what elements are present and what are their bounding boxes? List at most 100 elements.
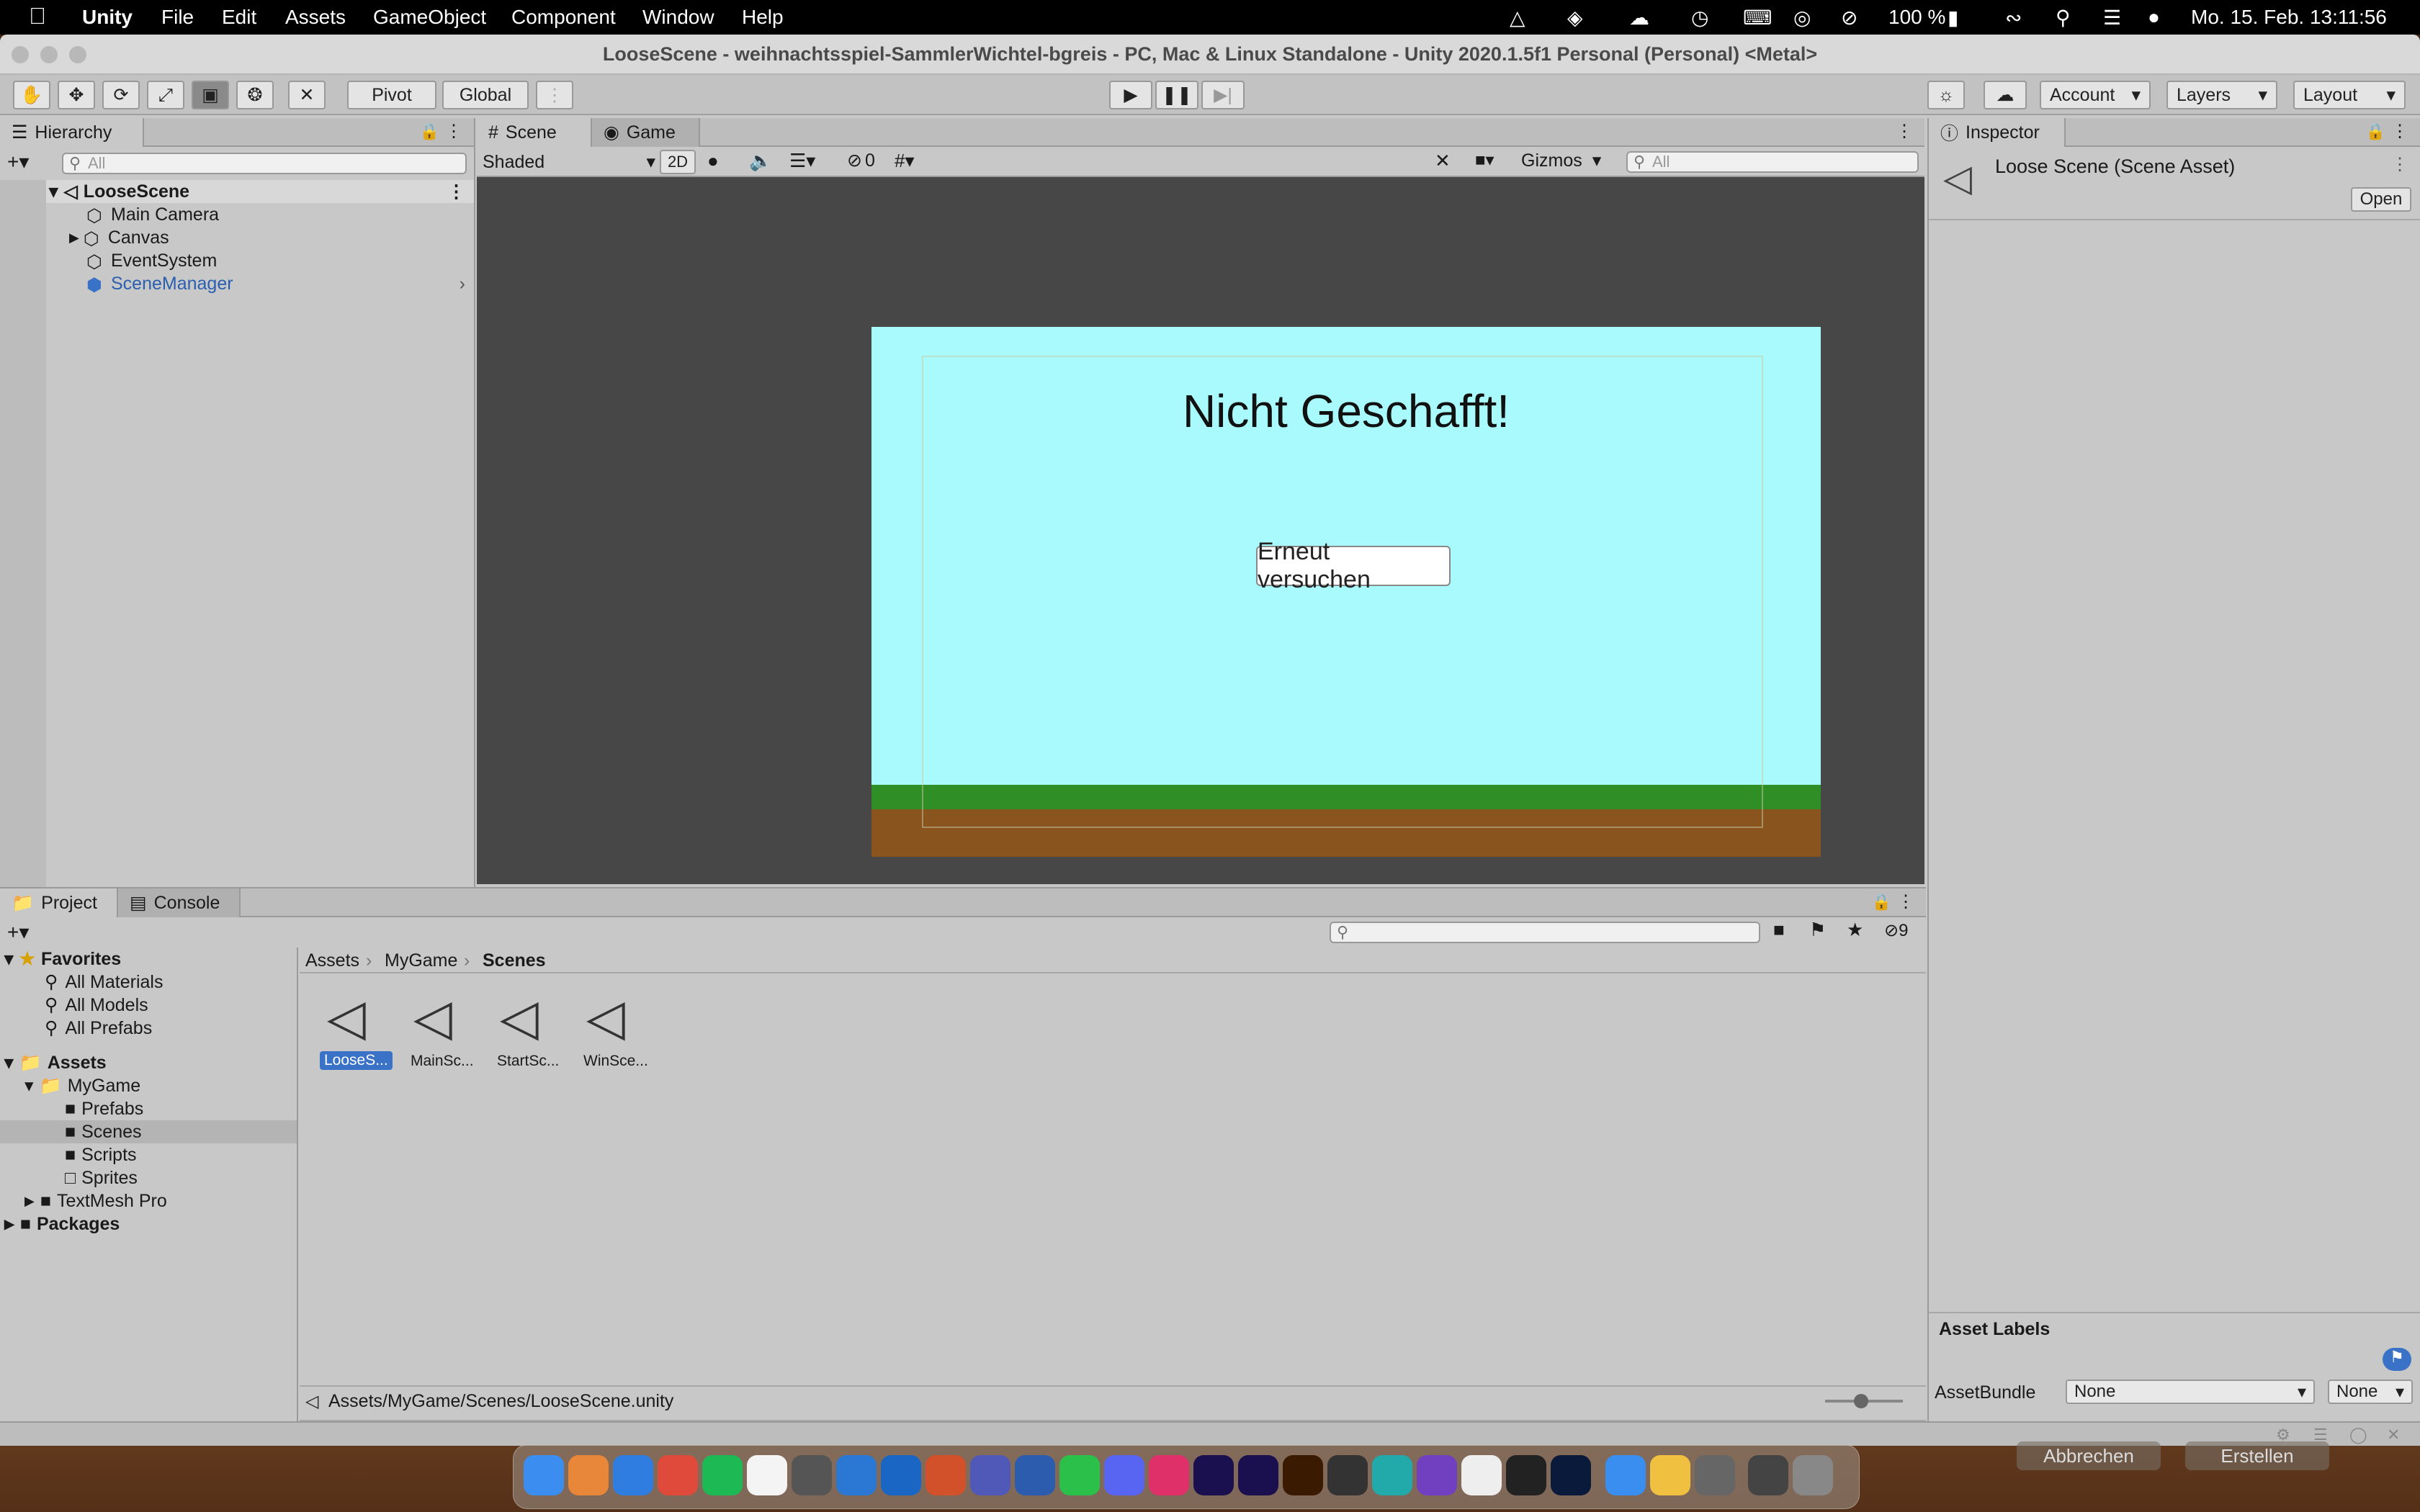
launchpad-icon[interactable] [568, 1455, 609, 1495]
chevron-right-icon[interactable]: › [460, 274, 465, 294]
scene-viewport[interactable]: Nicht Geschafft! Erneut versuchen [477, 177, 1924, 884]
hierarchy-item[interactable]: ⬢ SceneManager › [86, 272, 474, 296]
tab-project[interactable]: 📁 Project [0, 888, 118, 917]
layers-dropdown[interactable]: Layers ▾ [2166, 81, 2277, 109]
bug-icon[interactable]: ✕ [2387, 1426, 2400, 1444]
folder-row[interactable]: ■ Prefabs [65, 1097, 143, 1120]
more-icon[interactable]: ⋮ [1897, 891, 1914, 912]
expand-arrow-icon[interactable]: ▾ [24, 1075, 34, 1097]
favorite-star-icon[interactable]: ★ [1847, 919, 1863, 941]
favorite-item[interactable]: ⚲ All Models [45, 994, 148, 1017]
premiere-icon[interactable] [1238, 1455, 1278, 1495]
more-icon[interactable]: ⋮ [2391, 154, 2408, 175]
menu-assets[interactable]: Assets [285, 6, 346, 29]
more-icon[interactable]: ⋮ [447, 181, 465, 202]
discord-icon[interactable] [1104, 1455, 1144, 1495]
filter-type-icon[interactable]: ■ [1773, 919, 1785, 941]
2d-toggle[interactable]: 2D [660, 150, 696, 174]
hierarchy-item[interactable]: ⬡ Main Camera [86, 203, 219, 227]
scene-file[interactable]: ◁ MainSc... [406, 988, 478, 1071]
system-preferences-icon[interactable] [792, 1455, 832, 1495]
menu-window[interactable]: Window [642, 6, 714, 29]
onedrive-icon[interactable] [836, 1455, 877, 1495]
progress-icon[interactable]: ◯ [2349, 1426, 2367, 1444]
scene-row[interactable]: ▾ ◁ LooseScene ⋮ [46, 180, 474, 203]
account-dropdown[interactable]: Account ▾ [2040, 81, 2151, 109]
project-search-input[interactable]: ⚲ [1330, 922, 1760, 943]
audio-icon[interactable]: 🔈 [749, 150, 772, 172]
trash-icon[interactable] [1793, 1455, 1833, 1495]
lock-icon[interactable]: 🔒 [1872, 893, 1891, 912]
camera-icon[interactable]: ■▾ [1475, 150, 1494, 171]
expand-arrow-icon[interactable]: ▾ [49, 181, 58, 202]
tools-icon[interactable]: ✕ [1435, 150, 1451, 172]
gizmos-dropdown[interactable]: Gizmos ▾ [1521, 150, 1601, 171]
creative-cloud-app-icon[interactable] [1149, 1455, 1189, 1495]
more-icon[interactable]: ⋮ [2391, 121, 2408, 142]
breadcrumb-assets[interactable]: Assets [305, 950, 359, 971]
photoshop-icon[interactable] [1551, 1455, 1591, 1495]
shading-dropdown[interactable]: Shaded ▾ [483, 150, 655, 174]
assetbundle-dropdown[interactable]: None ▾ [2066, 1380, 2315, 1404]
scene-file[interactable]: ◁ LooseS... [320, 988, 393, 1071]
slider-thumb[interactable] [1854, 1394, 1868, 1408]
rect-tool-icon[interactable]: ▣ [192, 81, 229, 109]
cloud-services-icon[interactable]: ☁ [1984, 81, 2027, 109]
pause-button[interactable]: ❚❚ [1155, 81, 1198, 109]
control-center-icon[interactable]: ☰ [2103, 6, 2121, 30]
lighting-icon[interactable]: ● [707, 150, 719, 172]
scene-search-input[interactable]: ⚲ All [1626, 151, 1919, 173]
whatsapp-icon[interactable] [1059, 1455, 1100, 1495]
calendar-icon[interactable] [747, 1455, 787, 1495]
scene-file[interactable]: ◁ WinSce... [579, 988, 651, 1071]
expand-arrow-icon[interactable]: ▾ [4, 948, 14, 970]
visual-studio-icon[interactable] [1417, 1455, 1457, 1495]
creative-cloud-icon[interactable]: ◈ [1567, 6, 1583, 30]
tab-inspector[interactable]: ⓘ Inspector [1929, 118, 2066, 147]
apple-icon[interactable]:  [29, 3, 46, 30]
effects-icon[interactable]: ☰▾ [789, 150, 815, 172]
assetbundle-variant-dropdown[interactable]: None ▾ [2328, 1380, 2413, 1404]
photos-icon[interactable] [1650, 1455, 1690, 1495]
more-icon[interactable]: ⋮ [1896, 121, 1913, 142]
folder-row[interactable]: □ Sprites [65, 1166, 138, 1189]
siri-icon[interactable]: ● [2148, 6, 2160, 29]
scene-file[interactable]: ◁ StartSc... [493, 988, 565, 1071]
preview-icon[interactable] [1695, 1455, 1735, 1495]
blender-icon[interactable] [1327, 1455, 1368, 1495]
tab-scene[interactable]: # Scene [477, 118, 592, 147]
menu-component[interactable]: Component [511, 6, 616, 29]
hierarchy-search-input[interactable]: ⚲ All [62, 153, 467, 174]
step-button[interactable]: ▶| [1201, 81, 1245, 109]
play-button[interactable]: ▶ [1109, 81, 1152, 109]
lock-icon[interactable]: 🔒 [2366, 122, 2385, 141]
unity-app-icon[interactable] [1506, 1455, 1546, 1495]
battery-icon[interactable]: ▮ [1948, 6, 1958, 30]
folder-row-selected[interactable]: ■ Scenes [0, 1120, 297, 1143]
cloud-icon[interactable]: ☁ [1629, 6, 1649, 30]
tab-game[interactable]: ◉ Game [592, 118, 700, 147]
filter-label-icon[interactable]: ⚑ [1809, 919, 1826, 941]
menu-clock[interactable]: Mo. 15. Feb. 13:11:56 [2191, 6, 2387, 29]
powerpoint-icon[interactable] [926, 1455, 966, 1495]
add-icon[interactable]: +▾ [7, 150, 29, 174]
create-button[interactable]: Erstellen [2185, 1441, 2329, 1470]
textmeshpro-row[interactable]: ▶ ■ TextMesh Pro [24, 1189, 167, 1212]
hand-tool-icon[interactable]: ✋ [13, 81, 50, 109]
word-icon[interactable] [1015, 1455, 1055, 1495]
finder-icon[interactable] [524, 1455, 564, 1495]
search-icon[interactable]: ⚲ [2056, 6, 2071, 30]
favorites-row[interactable]: ▾ ★ Favorites [4, 948, 121, 971]
wifi-icon[interactable]: ∾ [2005, 6, 2022, 30]
tab-hierarchy[interactable]: ☰ Hierarchy [0, 118, 144, 147]
expand-arrow-icon[interactable]: ▶ [4, 1217, 14, 1232]
favorite-item[interactable]: ⚲ All Materials [45, 971, 163, 994]
expand-arrow-icon[interactable]: ▶ [24, 1194, 35, 1209]
retry-button[interactable]: Erneut versuchen [1256, 538, 1451, 593]
outlook-icon[interactable] [881, 1455, 921, 1495]
custom-tool-icon[interactable]: ✕ [288, 81, 326, 109]
pivot-toggle[interactable]: Pivot [347, 81, 436, 109]
menu-edit[interactable]: Edit [222, 6, 256, 29]
safari-icon[interactable] [613, 1455, 653, 1495]
menu-help[interactable]: Help [742, 6, 784, 29]
